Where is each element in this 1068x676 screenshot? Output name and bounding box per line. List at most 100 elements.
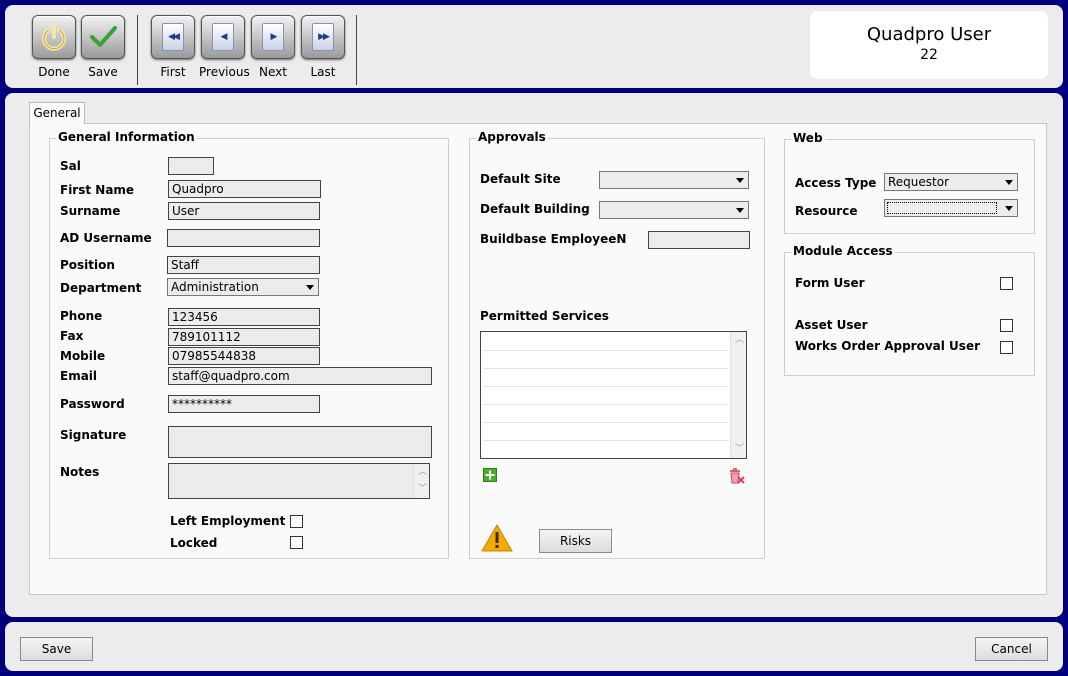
permitted-services-label: Permitted Services — [480, 309, 609, 323]
toolbar-separator — [137, 15, 138, 85]
checkmark-icon — [81, 15, 125, 59]
previous-button[interactable]: ◀ Previous — [199, 15, 250, 79]
default-building-dropdown[interactable] — [599, 201, 749, 219]
chevron-down-icon — [736, 208, 744, 213]
position-label: Position — [60, 258, 115, 272]
asset-user-checkbox[interactable] — [1000, 319, 1013, 332]
chevron-down-icon — [736, 178, 744, 183]
user-name: Quadpro User — [866, 24, 992, 45]
chevron-down-icon — [1005, 180, 1013, 185]
sal-label: Sal — [60, 159, 81, 173]
ad-username-field[interactable] — [167, 229, 320, 247]
email-field[interactable]: staff@quadpro.com — [168, 367, 432, 385]
list-row-divider — [483, 440, 728, 441]
first-name-label: First Name — [60, 183, 135, 197]
phone-field[interactable]: 123456 — [168, 308, 320, 326]
general-information-title: General Information — [56, 130, 197, 144]
first-record-icon: ◀◀ — [162, 23, 184, 51]
add-icon[interactable] — [483, 468, 497, 482]
form-user-checkbox[interactable] — [1000, 277, 1013, 290]
cancel-button[interactable]: Cancel — [975, 637, 1048, 661]
last-record-icon: ▶▶ — [312, 23, 334, 51]
default-building-label: Default Building — [480, 202, 590, 216]
list-row-divider — [483, 386, 728, 387]
power-icon — [32, 15, 76, 59]
services-scrollbar[interactable]: ︿ ﹀ — [730, 332, 746, 458]
department-value: Administration — [171, 280, 259, 294]
delete-icon[interactable] — [728, 467, 746, 485]
first-name-field[interactable]: Quadpro — [168, 180, 321, 198]
left-employment-checkbox[interactable] — [290, 515, 303, 528]
email-label: Email — [60, 369, 98, 383]
scroll-down-icon: ﹀ — [735, 444, 745, 454]
list-row-divider — [483, 404, 728, 405]
done-button[interactable]: Done — [30, 15, 78, 79]
department-label: Department — [60, 281, 142, 295]
list-row-divider — [483, 368, 728, 369]
phone-label: Phone — [60, 309, 103, 323]
save-button[interactable]: Save — [20, 637, 93, 661]
surname-label: Surname — [60, 204, 121, 218]
locked-label: Locked — [170, 536, 218, 550]
fax-label: Fax — [60, 329, 84, 343]
list-row-divider — [483, 350, 728, 351]
surname-field[interactable]: User — [168, 202, 320, 220]
position-field[interactable]: Staff — [167, 256, 320, 274]
user-id: 22 — [920, 47, 938, 63]
password-field[interactable]: ********** — [168, 395, 320, 413]
locked-checkbox[interactable] — [290, 536, 303, 549]
form-user-label: Form User — [795, 276, 865, 290]
next-button[interactable]: ▶ Next — [249, 15, 297, 79]
save-toolbar-label: Save — [88, 65, 118, 79]
access-type-value: Requestor — [888, 175, 950, 189]
department-dropdown[interactable]: Administration — [167, 278, 319, 296]
notes-textarea[interactable]: ︿ ﹀ — [168, 463, 430, 499]
left-employment-label: Left Employment — [170, 514, 286, 528]
fax-field[interactable]: 789101112 — [168, 328, 320, 346]
sal-field[interactable] — [168, 157, 214, 175]
password-label: Password — [60, 397, 125, 411]
access-type-dropdown[interactable]: Requestor — [884, 173, 1018, 191]
scroll-down-icon: ﹀ — [418, 484, 428, 494]
risks-button[interactable]: Risks — [539, 529, 612, 553]
last-button[interactable]: ▶▶ Last — [299, 15, 347, 79]
bottom-bar — [5, 622, 1063, 671]
buildbase-employee-label: Buildbase EmployeeN — [480, 232, 627, 246]
resource-label: Resource — [795, 204, 858, 218]
notes-label: Notes — [60, 465, 100, 479]
tab-general[interactable]: General — [29, 102, 85, 124]
focus-rectangle — [887, 202, 997, 214]
toolbar-separator — [356, 15, 357, 85]
save-toolbar-button[interactable]: Save — [79, 15, 127, 79]
default-site-dropdown[interactable] — [599, 171, 749, 189]
previous-record-icon: ◀ — [212, 23, 234, 51]
previous-label: Previous — [199, 65, 250, 79]
access-type-label: Access Type — [795, 176, 877, 190]
module-access-group: Module Access — [784, 244, 1035, 376]
scroll-up-icon: ︿ — [418, 467, 428, 477]
resource-dropdown[interactable] — [884, 199, 1018, 217]
first-label: First — [160, 65, 186, 79]
user-header: Quadpro User 22 — [810, 11, 1048, 79]
list-row-divider — [483, 422, 728, 423]
works-order-approval-label: Works Order Approval User — [795, 339, 980, 353]
next-record-icon: ▶ — [262, 23, 284, 51]
chevron-down-icon — [306, 285, 314, 290]
done-label: Done — [38, 65, 70, 79]
first-button[interactable]: ◀◀ First — [149, 15, 197, 79]
module-access-title: Module Access — [791, 244, 895, 258]
notes-scrollbar[interactable]: ︿ ﹀ — [413, 464, 429, 498]
mobile-label: Mobile — [60, 349, 106, 363]
asset-user-label: Asset User — [795, 318, 868, 332]
buildbase-employee-field[interactable] — [648, 231, 750, 249]
next-label: Next — [259, 65, 287, 79]
permitted-services-list[interactable]: ︿ ﹀ — [480, 331, 747, 459]
default-site-label: Default Site — [480, 172, 561, 186]
web-title: Web — [791, 131, 825, 145]
works-order-approval-checkbox[interactable] — [1000, 341, 1013, 354]
ad-username-label: AD Username — [60, 231, 152, 245]
chevron-down-icon — [1005, 206, 1013, 211]
last-label: Last — [310, 65, 336, 79]
signature-box[interactable] — [168, 426, 432, 458]
mobile-field[interactable]: 07985544838 — [168, 347, 320, 365]
